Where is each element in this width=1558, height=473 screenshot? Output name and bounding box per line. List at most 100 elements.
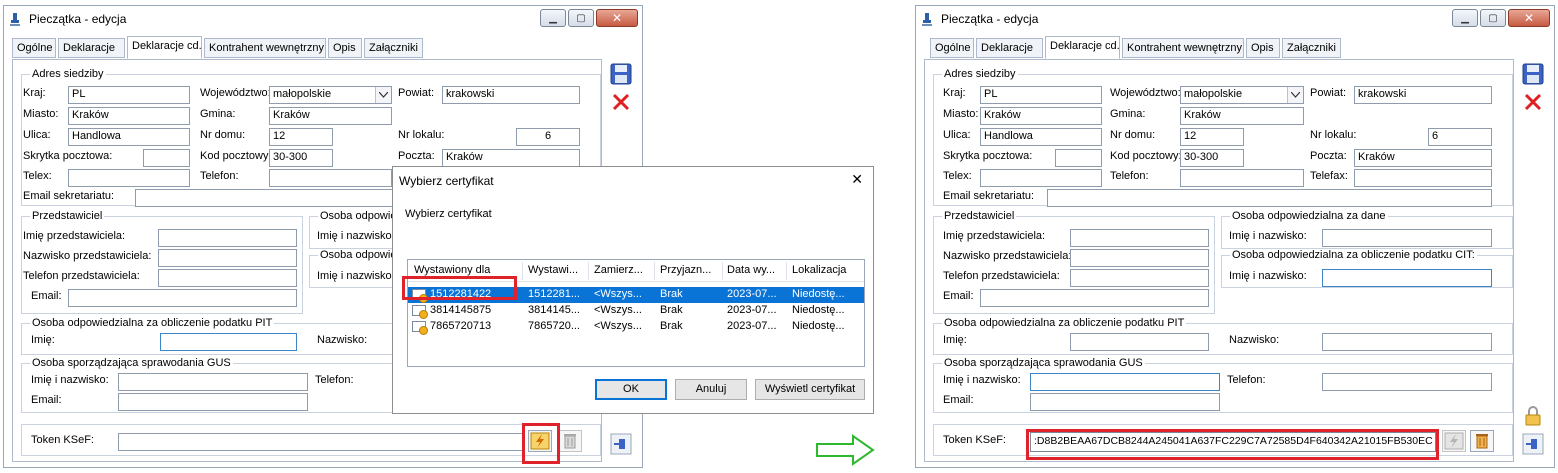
kod-pocztowy-field[interactable]: 30-300 [269,149,333,167]
telex-field[interactable] [980,169,1102,187]
close-button[interactable]: ✕ [1508,9,1550,27]
pit-nazwisko-field[interactable] [1322,333,1492,351]
kraj-label: Kraj: [23,87,46,99]
cancel-dialog-button[interactable]: Anuluj [675,379,747,400]
osoba-cit-imie-field[interactable] [1322,269,1492,287]
telefax-field[interactable] [1354,169,1492,187]
col-wystawiony-przez[interactable]: Wystawi... [528,264,586,276]
tab-ogolne[interactable]: Ogólne [930,38,974,58]
wojewodztwo-value: małopolskie [1184,88,1243,100]
tab-opis[interactable]: Opis [328,38,362,58]
pin-button[interactable] [610,433,632,455]
nr-domu-field[interactable]: 12 [269,128,333,146]
gus-email-field[interactable] [1030,393,1220,411]
maximize-button[interactable]: ▢ [568,9,594,27]
row-cell: <Wszys... [594,288,642,300]
tab-kontrahent-wewnetrzny[interactable]: Kontrahent wewnętrzny [204,38,326,58]
nr-lokalu-field[interactable]: 6 [1428,128,1492,146]
kraj-field[interactable]: PL [68,86,190,104]
telefon-field[interactable] [269,169,392,187]
miasto-label: Miasto: [23,108,59,120]
przedstawiciel-title: Przedstawiciel [942,210,1017,222]
generate-token-button[interactable] [1442,430,1466,452]
chevron-down-icon[interactable] [375,87,391,103]
gmina-field[interactable]: Kraków [269,107,392,125]
cancel-button[interactable] [1522,91,1544,113]
pit-imie-label: Imię: [943,334,967,346]
powiat-field[interactable]: krakowski [442,86,580,104]
gmina-field[interactable]: Kraków [1180,107,1304,125]
nr-lokalu-field[interactable]: 6 [516,128,580,146]
table-row[interactable]: 3814145875 3814145... <Wszys... Brak 202… [408,303,864,319]
col-wystawiony-dla[interactable]: Wystawiony dla [414,264,518,276]
poczta-field[interactable]: Kraków [1354,149,1492,167]
maximize-button[interactable]: ▢ [1480,9,1506,27]
minimize-button[interactable]: ▁ [540,9,566,27]
osoba-dane-imie-field[interactable] [1322,229,1492,247]
ok-button[interactable]: OK [595,379,667,400]
dialog-title: Wybierz certyfikat [399,174,494,188]
telefon-field[interactable] [1180,169,1304,187]
nazwisko-przedstawiciela-field[interactable] [158,249,297,267]
delete-token-button[interactable] [558,430,582,452]
minimize-button[interactable]: ▁ [1452,9,1478,27]
tab-deklaracje-cd[interactable]: Deklaracje cd. [127,36,202,59]
poczta-field[interactable]: Kraków [442,149,580,167]
kod-pocztowy-field[interactable]: 30-300 [1180,149,1244,167]
lock-button[interactable] [1522,405,1544,427]
col-data-wygasniecia[interactable]: Data wy... [727,264,785,276]
cancel-button[interactable] [610,91,632,113]
skrytka-field[interactable] [143,149,190,167]
token-label: Token KSeF: [943,434,1006,446]
miasto-field[interactable]: Kraków [980,107,1102,125]
email-przedstawiciela-field[interactable] [68,289,297,307]
token-label: Token KSeF: [31,434,94,446]
tab-deklaracje[interactable]: Deklaracje [976,38,1043,58]
col-lokalizacja[interactable]: Lokalizacja [792,264,862,276]
skrytka-label: Skrytka pocztowa: [23,150,113,162]
powiat-field[interactable]: krakowski [1354,86,1492,104]
telefax-label: Telefax: [1310,170,1348,182]
pit-imie-field[interactable] [160,333,297,351]
close-button[interactable]: ✕ [596,9,638,27]
telefon-przedstawiciela-field[interactable] [158,269,297,287]
token-field[interactable] [118,433,524,451]
show-certificate-button[interactable]: Wyświetl certyfikat [755,379,865,400]
gus-email-field[interactable] [118,393,308,411]
email-przedstawiciela-field[interactable] [980,289,1209,307]
telefon-przedstawiciela-field[interactable] [1070,269,1209,287]
pit-imie-field[interactable] [1070,333,1209,351]
wojewodztwo-select[interactable]: małopolskie [269,86,392,104]
imie-przedstawiciela-field[interactable] [1070,229,1209,247]
chevron-down-icon[interactable] [1287,87,1303,103]
dialog-close-icon[interactable]: ✕ [851,171,863,188]
gus-imie-field[interactable] [118,373,308,391]
email-sekretariatu-field[interactable] [1047,189,1492,207]
telex-field[interactable] [68,169,190,187]
tab-deklaracje[interactable]: Deklaracje [58,38,125,58]
ulica-field[interactable]: Handlowa [980,128,1102,146]
nazwisko-przedstawiciela-field[interactable] [1070,249,1209,267]
wojewodztwo-select[interactable]: małopolskie [1180,86,1304,104]
ulica-field[interactable]: Handlowa [68,128,190,146]
pin-button[interactable] [1522,433,1544,455]
save-button[interactable] [1522,63,1544,85]
tab-opis[interactable]: Opis [1246,38,1280,58]
miasto-field[interactable]: Kraków [68,107,190,125]
nr-domu-field[interactable]: 12 [1180,128,1244,146]
gus-imie-field[interactable] [1030,373,1220,391]
tab-zalaczniki[interactable]: Załączniki [1282,38,1341,58]
col-zamierzone[interactable]: Zamierz... [594,264,652,276]
save-button[interactable] [610,63,632,85]
col-przyjazna-nazwa[interactable]: Przyjazn... [660,264,720,276]
delete-token-button[interactable] [1470,430,1494,452]
kraj-field[interactable]: PL [980,86,1102,104]
skrytka-field[interactable] [1055,149,1102,167]
tab-kontrahent-wewnetrzny[interactable]: Kontrahent wewnętrzny [1122,38,1244,58]
table-row[interactable]: 7865720713 7865720... <Wszys... Brak 202… [408,319,864,335]
tab-deklaracje-cd[interactable]: Deklaracje cd. [1045,36,1120,59]
imie-przedstawiciela-field[interactable] [158,229,297,247]
tab-zalaczniki[interactable]: Załączniki [364,38,423,58]
tab-ogolne[interactable]: Ogólne [12,38,56,58]
gus-telefon-field[interactable] [1322,373,1492,391]
